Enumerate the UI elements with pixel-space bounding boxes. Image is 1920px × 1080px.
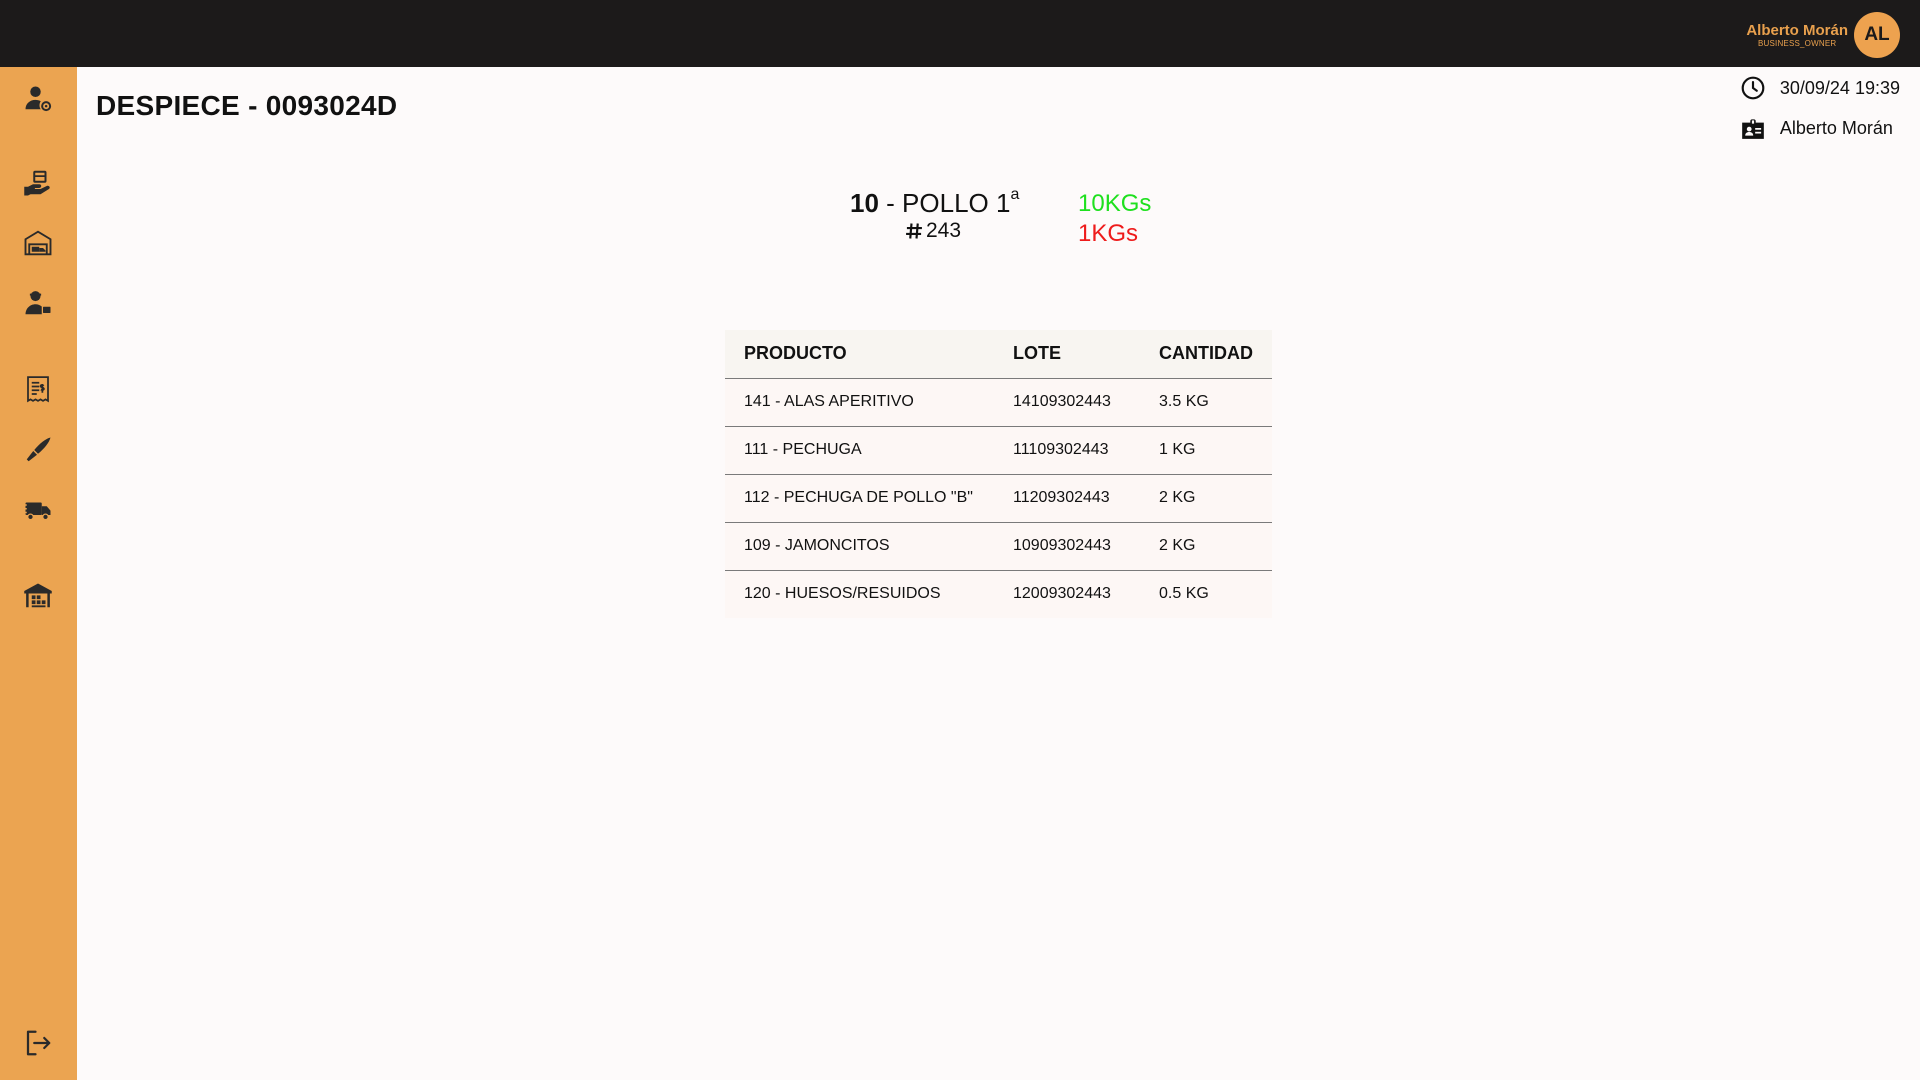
- warehouse-truck-icon: [24, 230, 52, 256]
- sidebar-item-reception[interactable]: [18, 163, 58, 203]
- hand-package-icon: [24, 170, 50, 196]
- datetime-row: 30/09/24 19:39: [1740, 74, 1900, 102]
- product-name: - POLLO 1: [886, 188, 1011, 218]
- table-row[interactable]: 112 - PECHUGA DE POLLO "B" 11209302443 2…: [725, 474, 1272, 523]
- sidebar-item-shipping[interactable]: [18, 490, 58, 530]
- user-menu[interactable]: Alberto Morán BUSINESS_OWNER AL: [1746, 12, 1900, 58]
- cell-cantidad: 3.5 KG: [1140, 378, 1272, 427]
- hash-icon: [906, 223, 922, 239]
- cell-producto: 109 - JAMONCITOS: [725, 522, 994, 571]
- cell-producto: 120 - HUESOS/RESUIDOS: [725, 570, 994, 618]
- cell-lote: 10909302443: [994, 522, 1140, 571]
- operator-row: Alberto Morán: [1740, 114, 1900, 142]
- table-header-row: PRODUCTO LOTE CANTIDAD: [725, 330, 1272, 379]
- sidebar-item-warehouse-vehicles[interactable]: [18, 223, 58, 263]
- cell-producto: 111 - PECHUGA: [725, 426, 994, 475]
- cell-cantidad: 1 KG: [1140, 426, 1272, 475]
- cell-cantidad: 2 KG: [1140, 474, 1272, 523]
- table-row[interactable]: 109 - JAMONCITOS 10909302443 2 KG: [725, 522, 1272, 571]
- logout-button[interactable]: [18, 1023, 58, 1063]
- table-row[interactable]: 111 - PECHUGA 11109302443 1 KG: [725, 426, 1272, 475]
- product-summary: 10 - POLLO 1a 243 10KGs 1KGs: [848, 186, 1158, 258]
- cell-cantidad: 2 KG: [1140, 522, 1272, 571]
- cell-cantidad: 0.5 KG: [1140, 570, 1272, 618]
- user-info: Alberto Morán BUSINESS_OWNER: [1746, 23, 1848, 48]
- column-header-cantidad[interactable]: CANTIDAD: [1140, 330, 1272, 379]
- delivery-truck-icon: [23, 502, 51, 521]
- invoice-receipt-icon: [27, 376, 49, 403]
- cell-lote: 11209302443: [994, 474, 1140, 523]
- lot-number: 243: [904, 219, 961, 243]
- page-title: DESPIECE - 0093024D: [96, 90, 398, 121]
- product-suffix: a: [1010, 186, 1020, 203]
- top-bar: Alberto Morán BUSINESS_OWNER AL: [0, 0, 1920, 67]
- items-table: PRODUCTO LOTE CANTIDAD 141 - ALAS APERIT…: [725, 330, 1272, 618]
- column-header-lote[interactable]: LOTE: [994, 330, 1140, 379]
- table-row[interactable]: 141 - ALAS APERITIVO 14109302443 3.5 KG: [725, 378, 1272, 427]
- weight-secondary: 1KGs: [1078, 220, 1139, 247]
- product-title: 10 - POLLO 1a: [850, 186, 1020, 219]
- sidebar-item-warehouse[interactable]: [18, 576, 58, 616]
- session-info: 30/09/24 19:39 Alberto Morán: [1740, 74, 1900, 154]
- operator-name: Alberto Morán: [1779, 117, 1893, 138]
- warehouse-icon: [24, 583, 52, 608]
- sidebar: [0, 67, 77, 1080]
- sidebar-item-delivery-staff[interactable]: [18, 283, 58, 323]
- cell-lote: 12009302443: [994, 570, 1140, 618]
- avatar[interactable]: AL: [1854, 12, 1900, 58]
- datetime-value: 30/09/24 19:39: [1779, 77, 1900, 98]
- weight-primary: 10KGs: [1078, 190, 1152, 217]
- sidebar-item-invoices[interactable]: [18, 369, 58, 409]
- user-name: Alberto Morán: [1746, 21, 1848, 39]
- cell-lote: 14109302443: [994, 378, 1140, 427]
- sidebar-item-cutting[interactable]: [18, 430, 58, 470]
- delivery-person-icon: [25, 291, 51, 315]
- logout-icon: [26, 1030, 51, 1056]
- cell-lote: 11109302443: [994, 426, 1140, 475]
- column-header-producto[interactable]: PRODUCTO: [725, 330, 994, 379]
- cell-producto: 112 - PECHUGA DE POLLO "B": [725, 474, 994, 523]
- knife-icon: [26, 437, 51, 462]
- clock-icon: [1741, 76, 1765, 100]
- cell-producto: 141 - ALAS APERITIVO: [725, 378, 994, 427]
- user-settings-icon: [25, 86, 52, 112]
- product-code: 10: [850, 188, 879, 218]
- sidebar-item-users[interactable]: [18, 78, 58, 118]
- user-role: BUSINESS_OWNER: [1757, 38, 1837, 48]
- table-row[interactable]: 120 - HUESOS/RESUIDOS 12009302443 0.5 KG: [725, 570, 1272, 618]
- id-badge-icon: [1742, 119, 1764, 139]
- lot-number-value: 243: [926, 219, 962, 242]
